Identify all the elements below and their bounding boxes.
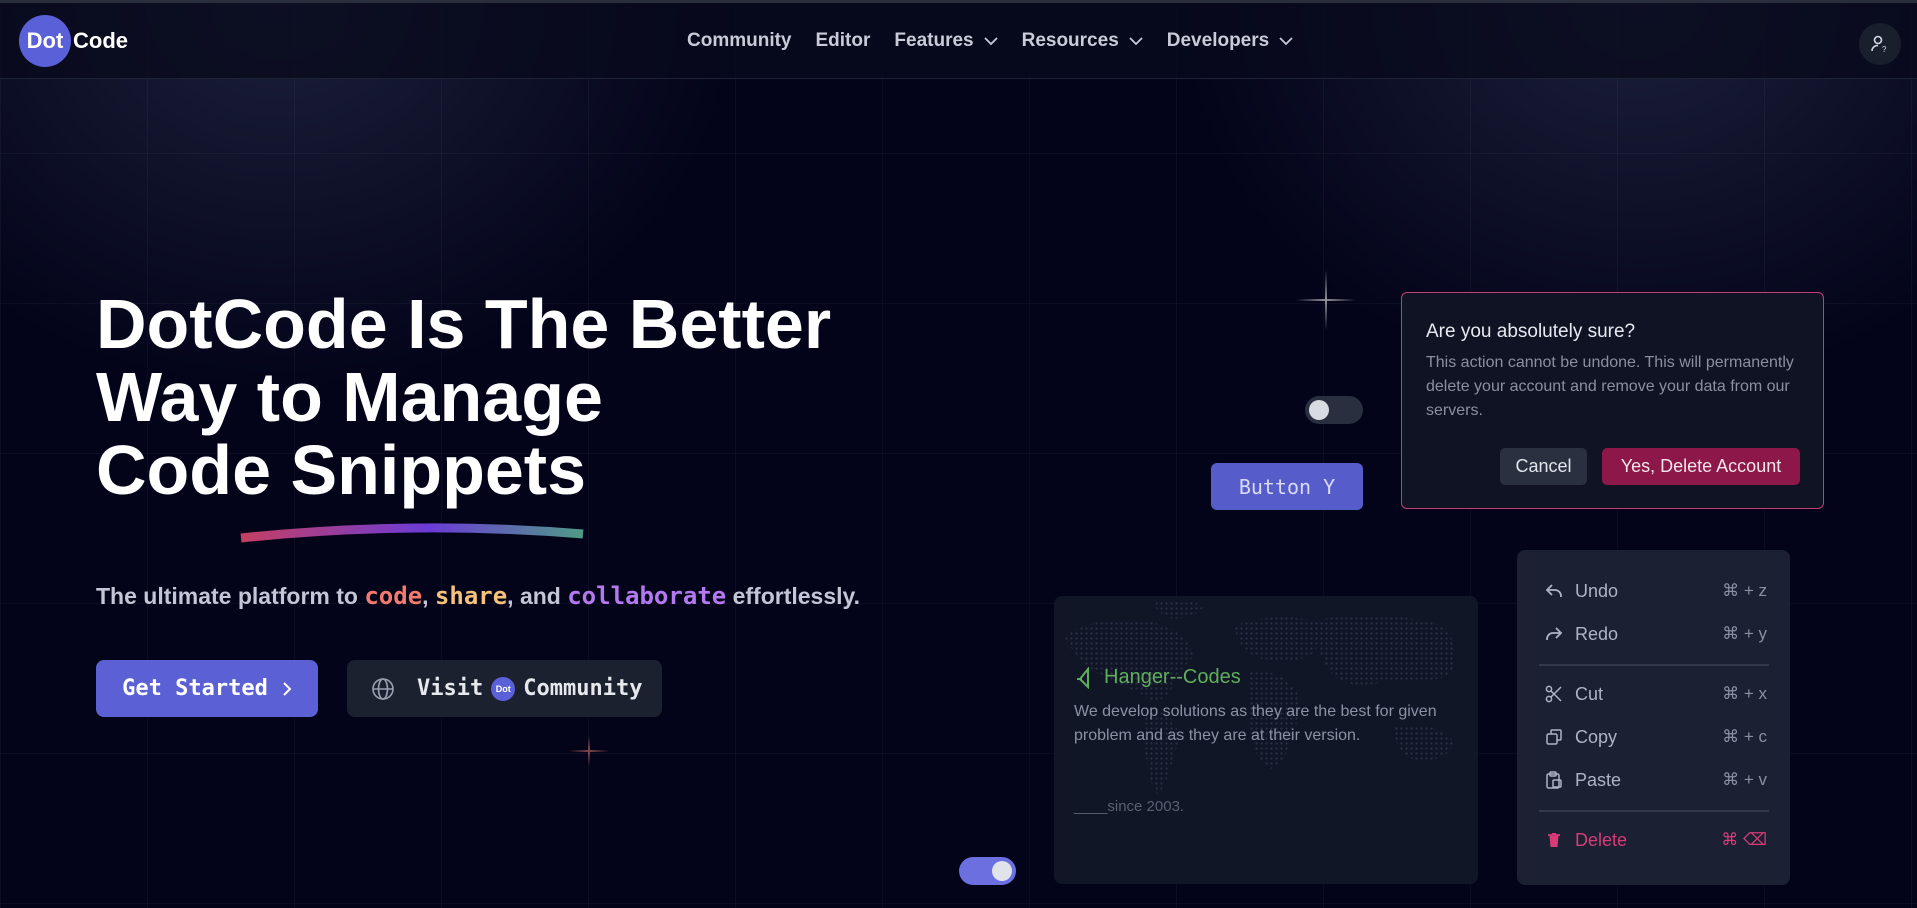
- nav-label: Resources: [1021, 30, 1119, 51]
- subtitle-word-code: code: [364, 582, 423, 610]
- menu-item-label: Paste: [1575, 769, 1622, 790]
- hero-title-line: Code Snippets: [96, 431, 587, 509]
- button-label: Visit: [417, 676, 484, 701]
- hero-subtitle: The ultimate platform to code, share, an…: [96, 582, 860, 610]
- sparkle-decoration: [1296, 270, 1356, 330]
- nav-item-editor[interactable]: Editor: [816, 30, 871, 52]
- button-label: Get Started: [122, 676, 268, 701]
- cancel-button[interactable]: Cancel: [1500, 448, 1587, 485]
- shortcut-hint: ⌘ + c: [1722, 727, 1767, 746]
- chevron-down-icon: [983, 36, 998, 45]
- logo-dot: Dot: [19, 15, 71, 67]
- button-y[interactable]: Button Y: [1211, 463, 1363, 510]
- nav-label: Features: [894, 30, 974, 51]
- context-menu: Undo ⌘ + z Redo ⌘ + y Cut ⌘ + x Copy ⌘ +…: [1517, 550, 1790, 885]
- trash-icon: [1545, 831, 1563, 849]
- menu-item-copy[interactable]: Copy ⌘ + c: [1545, 722, 1767, 752]
- menu-divider: [1539, 664, 1769, 666]
- hero-title-line: Way to Manage: [96, 358, 603, 436]
- gradient-underline: [240, 523, 584, 543]
- sparkle-decoration: [569, 736, 609, 766]
- top-navbar: Dot Code Community Editor Features Resou…: [0, 0, 1917, 79]
- menu-item-undo[interactable]: Undo ⌘ + z: [1545, 576, 1767, 606]
- globe-icon: [372, 677, 394, 700]
- logo-word: Code: [73, 28, 128, 53]
- nav-item-features[interactable]: Features: [894, 30, 998, 52]
- button-label: Community: [523, 676, 643, 701]
- shortcut-hint: ⌘ + z: [1722, 581, 1767, 600]
- menu-item-label: Redo: [1575, 623, 1619, 644]
- menu-item-cut[interactable]: Cut ⌘ + x: [1545, 679, 1767, 709]
- nav-label: Community: [687, 30, 792, 51]
- card-description: We develop solutions as they are the bes…: [1074, 703, 1437, 744]
- dialog-description: This action cannot be undone. This will …: [1426, 354, 1794, 419]
- logo[interactable]: Dot Code: [19, 15, 128, 67]
- card-title: Hanger--Codes: [1074, 666, 1241, 689]
- visit-community-button[interactable]: Visit Dot Community: [347, 660, 662, 717]
- main-menu: Community Editor Features Resources Deve…: [687, 3, 1293, 79]
- chevron-down-icon: [1129, 36, 1143, 45]
- scissors-icon: [1545, 685, 1563, 703]
- copy-icon: [1545, 728, 1563, 746]
- card-title-text: Hanger--Codes: [1104, 666, 1241, 688]
- nav-label: Editor: [815, 30, 871, 51]
- undo-icon: [1545, 582, 1563, 600]
- nav-item-community[interactable]: Community: [687, 30, 792, 52]
- chevron-right-icon: [283, 681, 292, 696]
- menu-item-delete[interactable]: Delete ⌘ ⌫: [1545, 825, 1767, 855]
- shortcut-hint: ⌘ ⌫: [1721, 830, 1767, 849]
- clipboard-icon: [1545, 771, 1563, 789]
- delete-account-button[interactable]: Yes, Delete Account: [1602, 448, 1800, 485]
- hero-title-line: DotCode Is The Better: [96, 285, 832, 363]
- subtitle-word-collaborate: collaborate: [567, 582, 727, 610]
- menu-item-label: Undo: [1575, 580, 1619, 601]
- subtitle-text: The ultimate platform to: [96, 583, 365, 609]
- shortcut-hint: ⌘ + x: [1722, 684, 1767, 703]
- hanger-logo-icon: [1077, 666, 1089, 689]
- subtitle-text: effortlessly.: [726, 583, 860, 609]
- subtitle-text: , and: [507, 583, 568, 609]
- toggle-knob: [992, 861, 1012, 881]
- get-started-button[interactable]: Get Started: [96, 660, 318, 717]
- menu-item-redo[interactable]: Redo ⌘ + y: [1545, 619, 1767, 649]
- menu-divider: [1539, 810, 1769, 812]
- subtitle-text: ,: [422, 583, 435, 609]
- chevron-down-icon: [1279, 36, 1293, 45]
- nav-label: Developers: [1166, 30, 1270, 51]
- toggle-knob: [1309, 400, 1329, 420]
- hero-title: DotCode Is The Better Way to Manage Code…: [96, 288, 831, 507]
- redo-icon: [1545, 625, 1563, 643]
- toggle-switch-on[interactable]: [959, 857, 1016, 885]
- user-help-icon: ?: [1871, 35, 1887, 54]
- dot-badge: Dot: [491, 676, 516, 701]
- svg-text:?: ?: [1882, 45, 1887, 54]
- menu-item-paste[interactable]: Paste ⌘ + v: [1545, 765, 1767, 795]
- card-since: ____since 2003.: [1074, 798, 1185, 815]
- shortcut-hint: ⌘ + y: [1722, 624, 1767, 643]
- company-card: Hanger--Codes We develop solutions as th…: [1054, 596, 1478, 884]
- user-account-button[interactable]: ?: [1859, 23, 1901, 65]
- menu-item-label: Cut: [1575, 683, 1604, 704]
- confirm-delete-dialog: Are you absolutely sure? This action can…: [1401, 292, 1824, 509]
- nav-item-developers[interactable]: Developers: [1167, 30, 1293, 52]
- menu-item-label: Copy: [1575, 726, 1618, 747]
- dialog-title: Are you absolutely sure?: [1426, 321, 1636, 342]
- subtitle-word-share: share: [434, 582, 508, 610]
- menu-item-label: Delete: [1575, 829, 1628, 850]
- nav-item-resources[interactable]: Resources: [1022, 30, 1143, 52]
- shortcut-hint: ⌘ + v: [1722, 770, 1767, 789]
- toggle-switch-off[interactable]: [1305, 396, 1363, 424]
